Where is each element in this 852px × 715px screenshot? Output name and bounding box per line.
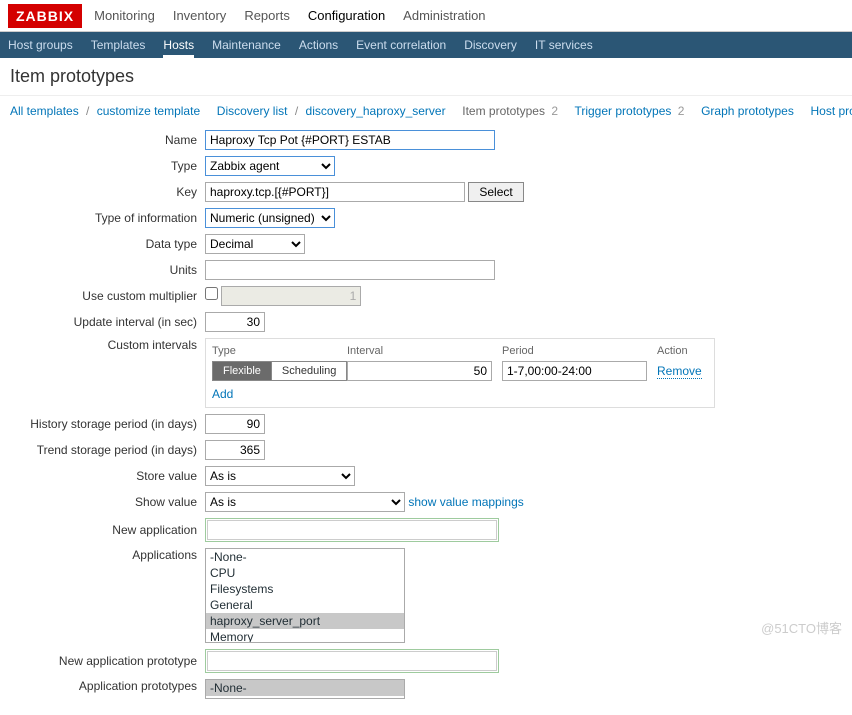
label-units: Units bbox=[10, 263, 205, 277]
label-new-app-proto: New application prototype bbox=[10, 654, 205, 668]
list-item[interactable]: Filesystems bbox=[206, 581, 404, 597]
nav-monitoring[interactable]: Monitoring bbox=[94, 8, 155, 23]
type-of-info-select[interactable]: Numeric (unsigned) bbox=[205, 208, 335, 228]
page-title: Item prototypes bbox=[0, 58, 852, 96]
bc-discovery-list[interactable]: Discovery list bbox=[217, 104, 288, 118]
toggle-flexible[interactable]: Flexible bbox=[212, 361, 272, 381]
nav-reports[interactable]: Reports bbox=[244, 8, 290, 23]
label-data-type: Data type bbox=[10, 237, 205, 251]
label-new-application: New application bbox=[10, 523, 205, 537]
label-history: History storage period (in days) bbox=[10, 417, 205, 431]
subnav-maintenance[interactable]: Maintenance bbox=[212, 32, 281, 58]
label-key: Key bbox=[10, 185, 205, 199]
applications-listbox[interactable]: -None- CPU Filesystems General haproxy_s… bbox=[205, 548, 405, 643]
label-trend: Trend storage period (in days) bbox=[10, 443, 205, 457]
history-input[interactable] bbox=[205, 414, 265, 434]
interval-add-link[interactable]: Add bbox=[212, 387, 233, 401]
type-select[interactable]: Zabbix agent bbox=[205, 156, 335, 176]
int-hdr-action: Action bbox=[657, 345, 707, 357]
nav-inventory[interactable]: Inventory bbox=[173, 8, 226, 23]
bc-customize-template[interactable]: customize template bbox=[97, 104, 200, 118]
int-hdr-type: Type bbox=[212, 345, 347, 357]
store-value-select[interactable]: As is bbox=[205, 466, 355, 486]
trend-input[interactable] bbox=[205, 440, 265, 460]
nav-configuration[interactable]: Configuration bbox=[308, 8, 385, 23]
subnav-host-groups[interactable]: Host groups bbox=[8, 32, 73, 58]
intervals-box: Type Interval Period Action Flexible Sch… bbox=[205, 338, 715, 408]
bc-item-prototypes: Item prototypes bbox=[462, 104, 545, 118]
update-interval-input[interactable] bbox=[205, 312, 265, 332]
toggle-scheduling[interactable]: Scheduling bbox=[272, 361, 347, 381]
show-value-select[interactable]: As is bbox=[205, 492, 405, 512]
label-type-of-information: Type of information bbox=[10, 211, 205, 225]
key-input[interactable] bbox=[205, 182, 465, 202]
list-item[interactable]: CPU bbox=[206, 565, 404, 581]
label-applications: Applications bbox=[10, 548, 205, 562]
app-prototypes-listbox[interactable]: -None- bbox=[205, 679, 405, 699]
int-hdr-interval: Interval bbox=[347, 345, 502, 357]
nav-administration[interactable]: Administration bbox=[403, 8, 485, 23]
new-application-input[interactable] bbox=[207, 520, 497, 540]
interval-value-input[interactable] bbox=[347, 361, 492, 381]
new-app-proto-input[interactable] bbox=[207, 651, 497, 671]
label-show-value: Show value bbox=[10, 495, 205, 509]
list-item[interactable]: -None- bbox=[206, 549, 404, 565]
label-type: Type bbox=[10, 159, 205, 173]
interval-remove-link[interactable]: Remove bbox=[657, 364, 702, 379]
list-item[interactable]: -None- bbox=[206, 680, 404, 696]
breadcrumb: All templates / customize template Disco… bbox=[0, 96, 852, 126]
interval-period-input[interactable] bbox=[502, 361, 647, 381]
subnav-event-correlation[interactable]: Event correlation bbox=[356, 32, 446, 58]
int-hdr-period: Period bbox=[502, 345, 657, 357]
bc-trigger-prototypes[interactable]: Trigger prototypes bbox=[574, 104, 671, 118]
list-item[interactable]: haproxy_server_port bbox=[206, 613, 404, 629]
bc-host-prototypes[interactable]: Host prototypes bbox=[810, 104, 852, 118]
name-input[interactable] bbox=[205, 130, 495, 150]
bc-item-count: 2 bbox=[551, 104, 558, 118]
label-store-value: Store value bbox=[10, 469, 205, 483]
multiplier-input bbox=[221, 286, 361, 306]
list-item[interactable]: General bbox=[206, 597, 404, 613]
multiplier-checkbox[interactable] bbox=[205, 287, 218, 300]
show-value-mappings-link[interactable]: show value mappings bbox=[408, 495, 523, 509]
list-item[interactable]: Memory bbox=[206, 629, 404, 643]
select-button[interactable]: Select bbox=[468, 182, 523, 202]
watermark: @51CTO博客 bbox=[761, 618, 842, 637]
subnav-hosts[interactable]: Hosts bbox=[163, 32, 194, 58]
subnav-templates[interactable]: Templates bbox=[91, 32, 146, 58]
units-input[interactable] bbox=[205, 260, 495, 280]
bc-discovery-rule[interactable]: discovery_haproxy_server bbox=[306, 104, 446, 118]
subnav-discovery[interactable]: Discovery bbox=[464, 32, 517, 58]
label-update-interval: Update interval (in sec) bbox=[10, 315, 205, 329]
label-custom-intervals: Custom intervals bbox=[10, 338, 205, 352]
bc-graph-prototypes[interactable]: Graph prototypes bbox=[701, 104, 794, 118]
logo: ZABBIX bbox=[8, 4, 82, 28]
subnav-it-services[interactable]: IT services bbox=[535, 32, 593, 58]
data-type-select[interactable]: Decimal bbox=[205, 234, 305, 254]
bc-all-templates[interactable]: All templates bbox=[10, 104, 79, 118]
subnav-actions[interactable]: Actions bbox=[299, 32, 338, 58]
label-multiplier: Use custom multiplier bbox=[10, 289, 205, 303]
label-name: Name bbox=[10, 133, 205, 147]
bc-trigger-count: 2 bbox=[678, 104, 685, 118]
label-app-prototypes: Application prototypes bbox=[10, 679, 205, 693]
